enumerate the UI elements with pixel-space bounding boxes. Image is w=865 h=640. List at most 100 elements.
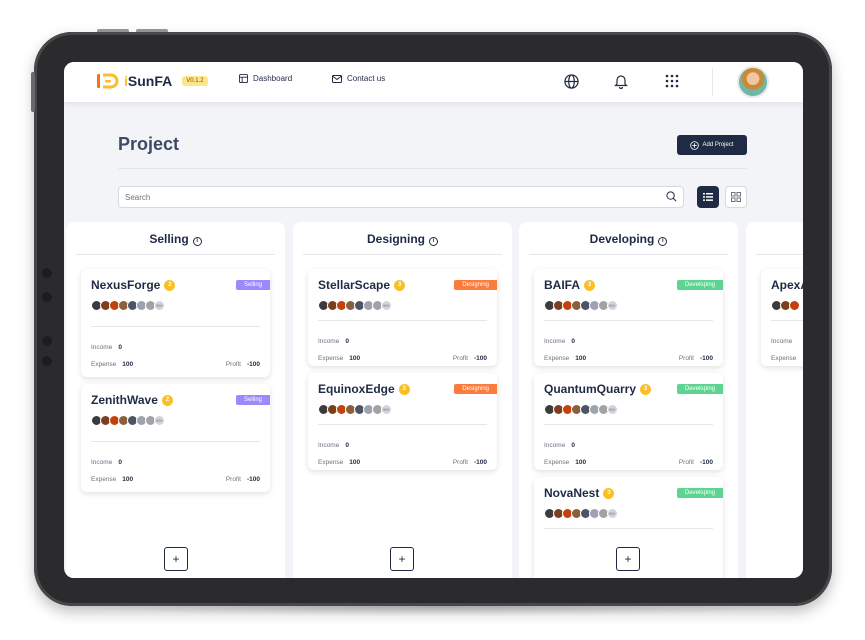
- member-count-badge: 3: [584, 279, 595, 291]
- search-input[interactable]: Search: [118, 186, 684, 208]
- project-name: EquinoxEdge 3: [318, 382, 410, 396]
- member-count-badge: 3: [603, 487, 615, 499]
- expense-value: 100: [575, 459, 587, 466]
- app-screen: iSunFA V0.1.2 Dashboard Contact us Proje…: [64, 62, 803, 578]
- stage-badge: Developing: [676, 280, 723, 290]
- nav-dashboard[interactable]: Dashboard: [239, 74, 292, 83]
- profit-label: Profit: [452, 355, 468, 362]
- column-next: ApexA Income Expense: [746, 222, 803, 578]
- info-icon[interactable]: i: [192, 237, 202, 246]
- profit-stat: Profit -100: [226, 361, 260, 368]
- expense-label: Expense: [91, 361, 117, 368]
- version-badge: V0.1.2: [182, 76, 208, 86]
- project-name-label: StellarScape: [318, 278, 391, 292]
- profit-stat: Profit -100: [453, 355, 487, 362]
- member-avatars: [771, 300, 800, 311]
- power-button: [31, 72, 35, 112]
- expense-value: 100: [122, 476, 134, 483]
- profit-value: -100: [246, 361, 260, 368]
- profit-stat: Profit -100: [453, 459, 487, 466]
- project-card[interactable]: BAIFA 3 Developing 99+ Income 0 Expense 100 Prof…: [534, 269, 723, 366]
- column-developing: Developing i BAIFA 3 Developing 99+ Income 0 Exp…: [519, 222, 738, 578]
- more-members-badge: 99+: [154, 415, 165, 426]
- income-label: Income: [544, 338, 566, 345]
- dashboard-icon: [239, 74, 248, 83]
- grid-view-button[interactable]: [725, 186, 747, 208]
- member-avatars: 99+: [91, 300, 165, 311]
- stage-badge: Selling: [235, 395, 270, 405]
- add-card-button[interactable]: +: [616, 547, 640, 571]
- camera-dot: [42, 336, 52, 346]
- project-card[interactable]: QuantumQuarry 3 Developing 99+ Income 0 Expens…: [534, 373, 723, 470]
- member-avatars: 99+: [318, 300, 392, 311]
- project-name: NexusForge 2: [91, 278, 176, 292]
- expense-stat: Expense 100: [544, 355, 586, 362]
- project-name: ZenithWave 2: [91, 393, 173, 407]
- project-card[interactable]: ApexA Income Expense: [761, 269, 803, 366]
- project-name: BAIFA 3: [544, 278, 595, 292]
- page-title: Project: [118, 134, 180, 154]
- income-value: 0: [118, 344, 122, 351]
- card-divider: [544, 320, 713, 321]
- project-card[interactable]: StellarScape 3 Designing 99+ Income 0 Expense 1…: [308, 269, 497, 366]
- member-count-badge: 3: [398, 383, 410, 395]
- list-view-button[interactable]: [697, 186, 719, 208]
- add-card-button[interactable]: +: [164, 547, 188, 571]
- project-name-label: ZenithWave: [91, 393, 158, 407]
- card-divider: [544, 528, 713, 529]
- bell-icon[interactable]: [612, 72, 630, 90]
- app-logo[interactable]: iSunFA V0.1.2: [96, 72, 208, 90]
- card-divider: [771, 320, 803, 321]
- info-icon[interactable]: i: [429, 237, 438, 246]
- grid-menu-icon[interactable]: [663, 72, 681, 90]
- member-avatars: 99+: [544, 508, 618, 519]
- project-name-label: NovaNest: [544, 486, 600, 500]
- column-divider: [756, 254, 803, 255]
- income-label: Income: [91, 459, 113, 466]
- card-divider: [91, 326, 260, 327]
- expense-stat: Expense 100: [318, 459, 360, 466]
- expense-label: Expense: [318, 355, 344, 362]
- project-card[interactable]: NexusForge 2 Selling 99+ Income 0 Expense 100 Pr…: [81, 269, 270, 377]
- member-avatars: 99+: [91, 415, 165, 426]
- camera-dot: [42, 292, 52, 302]
- income-value: 0: [345, 442, 349, 449]
- column-designing: Designing i StellarScape 3 Designing 99+ Incom…: [293, 222, 512, 578]
- member-count-badge: 2: [164, 279, 176, 291]
- more-members-badge: 99+: [154, 300, 165, 311]
- expense-label: Expense: [91, 476, 117, 483]
- expense-label: Expense: [544, 459, 570, 466]
- user-avatar[interactable]: [737, 66, 769, 98]
- search-icon: [666, 191, 677, 202]
- income-value: 0: [571, 338, 575, 345]
- project-card[interactable]: ZenithWave 2 Selling 99+ Income 0 Expense 100 Pr…: [81, 384, 270, 492]
- add-card-button[interactable]: +: [390, 547, 414, 571]
- column-title-label: Designing: [366, 232, 425, 246]
- income-label: Income: [544, 442, 566, 449]
- income-label: Income: [771, 338, 793, 345]
- profit-label: Profit: [678, 355, 694, 362]
- income-stat: Income 0: [318, 338, 349, 345]
- expense-label: Expense: [544, 355, 570, 362]
- profit-stat: Profit -100: [679, 355, 713, 362]
- column-title: Designing i: [293, 232, 512, 246]
- card-divider: [318, 320, 487, 321]
- info-icon[interactable]: i: [658, 237, 668, 246]
- project-name: QuantumQuarry 3: [544, 382, 652, 396]
- profit-label: Profit: [452, 459, 468, 466]
- plus-circle-icon: [690, 140, 700, 150]
- project-card[interactable]: EquinoxEdge 3 Designing 99+ Income 0 Expense 10…: [308, 373, 497, 470]
- nav-contact[interactable]: Contact us: [332, 74, 385, 83]
- stage-badge: Developing: [676, 488, 723, 498]
- profit-label: Profit: [225, 361, 241, 368]
- project-name: ApexA: [771, 278, 803, 292]
- more-members-badge: 99+: [607, 300, 618, 311]
- add-project-button[interactable]: Add Project: [677, 135, 747, 155]
- globe-icon[interactable]: [562, 72, 580, 90]
- income-value: 0: [118, 459, 122, 466]
- profit-label: Profit: [678, 459, 694, 466]
- column-divider: [303, 254, 502, 255]
- member-avatars: 99+: [318, 404, 392, 415]
- column-divider: [529, 254, 728, 255]
- profit-value: -100: [473, 355, 487, 362]
